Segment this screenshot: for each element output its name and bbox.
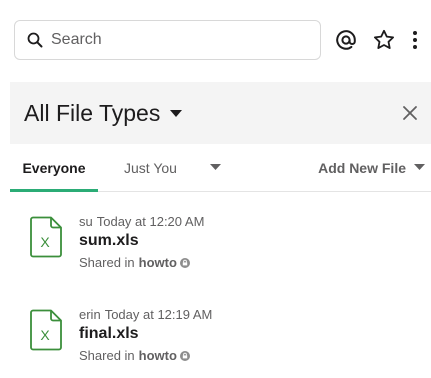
- file-icon-letter: X: [40, 327, 50, 343]
- lock-icon: [179, 350, 190, 361]
- shared-prefix: Shared in: [79, 255, 135, 270]
- file-list-item[interactable]: X erin Today at 12:19 AM final.xls Shared…: [10, 295, 431, 375]
- vertical-ellipsis-icon[interactable]: [404, 26, 426, 54]
- file-meta: su Today at 12:20 AM: [79, 214, 204, 229]
- caret-down-icon: [209, 164, 221, 170]
- caret-down-icon: [414, 164, 425, 170]
- file-meta: erin Today at 12:19 AM: [79, 307, 212, 322]
- search-icon: [27, 32, 43, 48]
- file-author: erin: [79, 307, 101, 322]
- tab-everyone[interactable]: Everyone: [10, 144, 98, 192]
- file-author: su: [79, 214, 93, 229]
- add-new-file-button[interactable]: Add New File: [318, 144, 425, 191]
- file-icon-letter: X: [40, 234, 50, 250]
- shared-prefix: Shared in: [79, 348, 135, 363]
- spreadsheet-file-icon: X: [30, 309, 62, 351]
- file-shared-info: Shared in howto: [79, 348, 190, 363]
- caret-down-icon: [170, 109, 183, 117]
- close-icon[interactable]: [397, 100, 423, 126]
- spreadsheet-file-icon: X: [30, 216, 62, 258]
- shared-channel-name: howto: [138, 255, 177, 270]
- tab-label: Everyone: [22, 159, 86, 176]
- add-new-file-label: Add New File: [318, 159, 406, 176]
- panel-header: All File Types: [10, 82, 431, 144]
- file-list-item[interactable]: X su Today at 12:20 AM sum.xls Shared in …: [10, 202, 431, 282]
- file-timestamp: Today at 12:19 AM: [104, 307, 213, 322]
- search-input[interactable]: [51, 25, 301, 55]
- star-icon[interactable]: [370, 26, 398, 54]
- top-bar: [0, 0, 431, 80]
- shared-channel-name: howto: [138, 348, 177, 363]
- lock-icon: [179, 257, 190, 268]
- search-box[interactable]: [14, 20, 321, 60]
- file-name: final.xls: [79, 325, 139, 342]
- file-type-dropdown[interactable]: All File Types: [24, 100, 183, 127]
- file-timestamp: Today at 12:20 AM: [96, 214, 205, 229]
- at-icon[interactable]: [332, 26, 360, 54]
- tab-just-you[interactable]: Just You: [124, 144, 177, 191]
- file-name: sum.xls: [79, 232, 139, 249]
- file-shared-info: Shared in howto: [79, 255, 190, 270]
- tab-label: Just You: [124, 159, 177, 176]
- tabs-more-dropdown[interactable]: [204, 144, 226, 191]
- file-filter-tabs: Everyone Just You Add New File: [10, 144, 431, 192]
- panel-title: All File Types: [24, 100, 161, 126]
